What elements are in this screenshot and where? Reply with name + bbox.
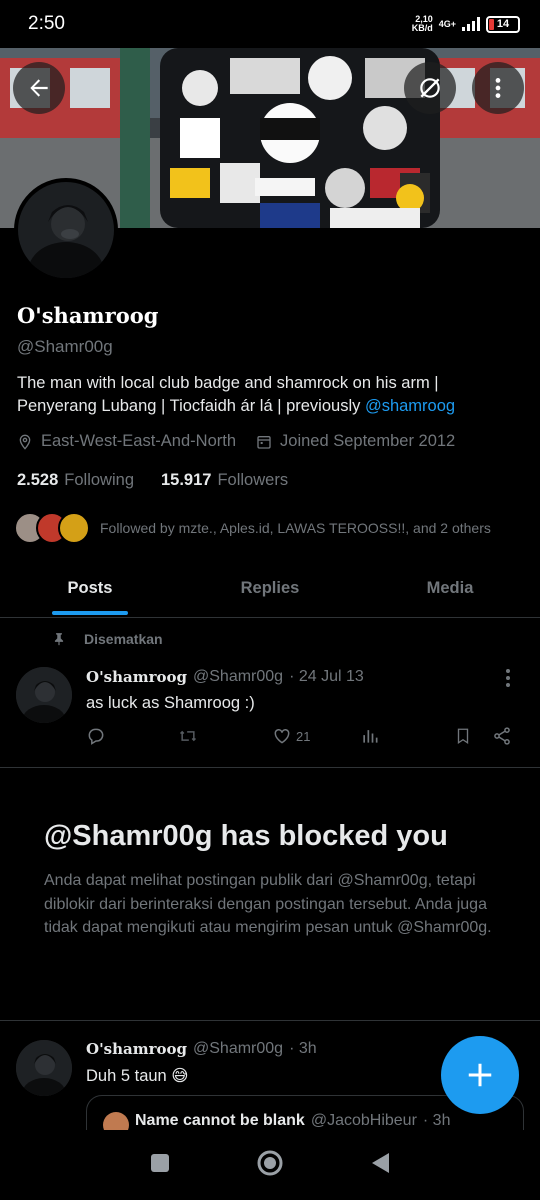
reply-button[interactable] [86, 726, 106, 746]
tweet-actions: 21 [86, 726, 518, 750]
divider [0, 1020, 540, 1021]
compose-button[interactable] [441, 1036, 519, 1114]
tweet-avatar-image [16, 667, 72, 723]
quote-author-handle: @JacobHibeur [310, 1112, 417, 1129]
bookmark-icon [457, 728, 469, 745]
tweet-author-name[interactable]: O'shamroog [86, 1040, 187, 1058]
avatar-image [18, 182, 114, 278]
grok-button[interactable] [404, 62, 456, 114]
share-button[interactable] [492, 726, 512, 746]
status-bar: 2:50 2,10 KB/d 4G+ 14 [0, 0, 540, 48]
pinned-label: Disematkan [84, 631, 163, 647]
home-button[interactable] [256, 1149, 284, 1182]
follower-avatar [58, 512, 90, 544]
tweet-header: O'shamroog @Shamr00g · 3h [86, 1040, 317, 1058]
following-count: 2.528 [17, 471, 59, 489]
quote-author-name: Name cannot be blank [135, 1112, 305, 1129]
following-label: Following [64, 471, 134, 489]
share-icon [494, 727, 510, 745]
profile-meta: East-West-East-And-North Joined Septembe… [17, 432, 475, 451]
blocked-title: @Shamr00g has blocked you [44, 820, 448, 852]
divider [0, 767, 540, 768]
views-button[interactable] [360, 726, 380, 746]
more-vertical-icon [495, 78, 501, 98]
profile-tabs: Posts Replies Media [0, 560, 540, 618]
battery-level: 14 [496, 18, 510, 30]
pin-icon [54, 633, 64, 646]
user-handle: @Shamr00g [17, 337, 113, 356]
tweet-author-name[interactable]: O'shamroog [86, 668, 187, 686]
location: East-West-East-And-North [17, 432, 236, 451]
bar-chart-icon [363, 730, 378, 743]
reply-icon [88, 728, 104, 745]
back-button[interactable] [13, 62, 65, 114]
net-speed: 2,10 KB/d [411, 14, 433, 33]
blocked-description: Anda dapat melihat postingan publik dari… [44, 872, 492, 936]
tweet-avatar-image [16, 1040, 72, 1096]
grok-icon [420, 78, 440, 98]
tab-media[interactable]: Media [360, 560, 540, 617]
calendar-icon [257, 435, 271, 449]
tweet-author-handle[interactable]: @Shamr00g [193, 668, 283, 686]
tweet-avatar[interactable] [16, 667, 72, 723]
battery-icon: 14 [486, 15, 520, 33]
following-link[interactable]: 2.528 Following [17, 471, 134, 490]
tweet-author-handle[interactable]: @Shamr00g [193, 1040, 283, 1058]
tab-replies[interactable]: Replies [180, 560, 360, 617]
tweet-avatar[interactable] [16, 1040, 72, 1096]
followed-by-text: Followed by mzte., Aples.id, LAWAS TEROO… [100, 520, 491, 536]
follow-stats: 2.528 Following 15.917 Followers [17, 471, 315, 490]
join-date: Joined September 2012 [256, 432, 455, 451]
square-icon [151, 1153, 169, 1172]
tweet-header: O'shamroog @Shamr00g · 24 Jul 13 [86, 668, 364, 686]
status-icons: 2,10 KB/d 4G+ 14 [412, 15, 520, 33]
tweet-time[interactable]: · 24 Jul 13 [289, 668, 364, 686]
triangle-back-icon [372, 1152, 389, 1173]
display-name: O'shamroog [17, 303, 159, 328]
pinned-indicator: Disematkan [52, 631, 163, 647]
followed-by[interactable]: Followed by mzte., Aples.id, LAWAS TEROO… [14, 512, 491, 544]
tweet-text: as luck as Shamroog :) [86, 694, 255, 712]
followers-link[interactable]: 15.917 Followers [161, 471, 288, 490]
profile-bio: The man with local club badge and shamro… [17, 372, 517, 418]
followers-label: Followers [217, 471, 289, 489]
tweet-text: Duh 5 taun 😅 [86, 1067, 189, 1085]
plus-icon [468, 1063, 492, 1087]
tweet-more-button[interactable] [498, 668, 518, 688]
location-pin-icon [19, 434, 31, 450]
back-arrow-icon [30, 79, 48, 97]
tweet-time[interactable]: · 3h [289, 1040, 317, 1058]
location-text: East-West-East-And-North [41, 432, 237, 450]
network-type: 4G+ [438, 18, 456, 29]
tab-posts[interactable]: Posts [0, 560, 180, 617]
more-options-button[interactable] [472, 62, 524, 114]
bookmark-button[interactable] [454, 726, 472, 746]
signal-icon [462, 17, 480, 31]
recents-button[interactable] [149, 1152, 171, 1179]
system-nav-bar [0, 1130, 540, 1200]
heart-icon [274, 728, 290, 744]
followers-count: 15.917 [161, 471, 212, 489]
like-count: 21 [296, 728, 311, 744]
like-button[interactable]: 21 [272, 726, 310, 746]
circle-icon [257, 1150, 283, 1175]
status-time: 2:50 [28, 13, 65, 34]
retweet-icon [179, 730, 197, 742]
profile-avatar[interactable] [14, 178, 118, 282]
retweet-button[interactable] [177, 726, 199, 746]
quote-time: · 3h [422, 1112, 451, 1129]
bio-mention-link[interactable]: @shamroog [365, 397, 455, 415]
join-date-text: Joined September 2012 [280, 432, 456, 450]
back-nav-button[interactable] [369, 1151, 391, 1180]
